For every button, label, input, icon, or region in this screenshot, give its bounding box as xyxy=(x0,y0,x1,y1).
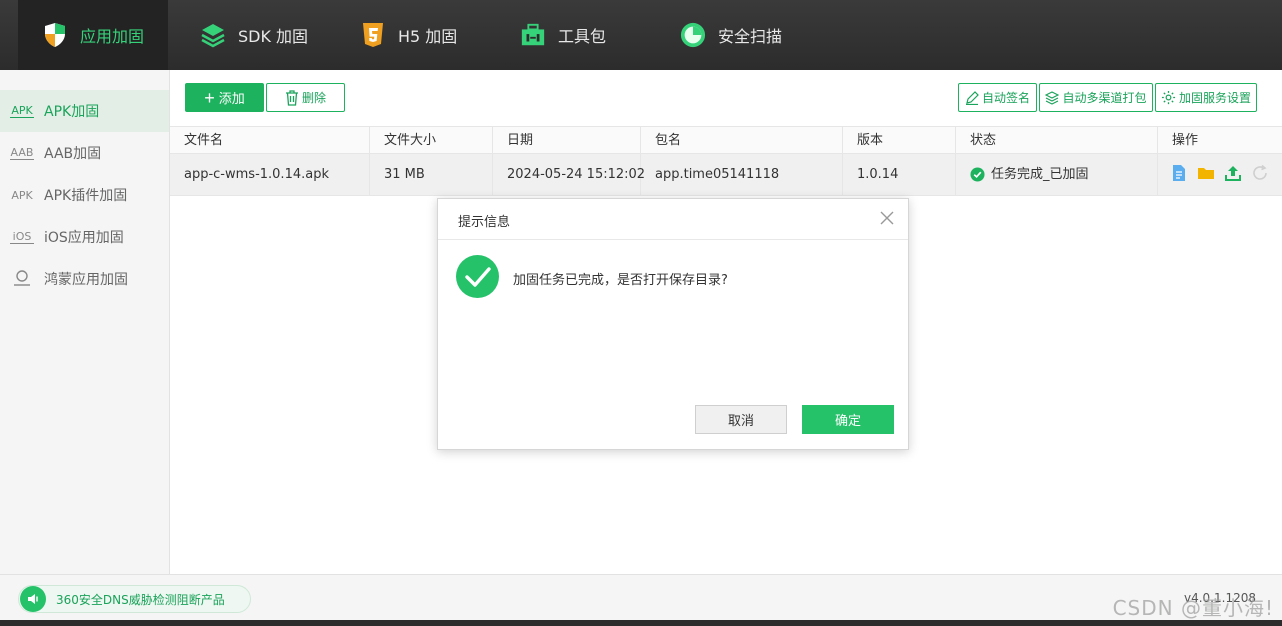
sidebar-item-harmony[interactable]: 鸿蒙应用加固 xyxy=(0,258,169,300)
tab-label: SDK 加固 xyxy=(238,27,309,46)
pen-icon xyxy=(965,90,979,105)
toolbox-icon xyxy=(520,22,546,48)
status-bar: 360安全DNS威胁检测阻断产品 v4.0.1.1208 xyxy=(0,574,1282,620)
tab-label: H5 加固 xyxy=(398,27,458,46)
tab-label: 工具包 xyxy=(558,27,607,46)
aab-icon: AAB xyxy=(10,146,34,160)
cell-filename: app-c-wms-1.0.14.apk xyxy=(170,154,370,195)
cell-version: 1.0.14 xyxy=(843,154,956,195)
gear-icon xyxy=(1161,90,1176,105)
col-package[interactable]: 包名 xyxy=(641,127,843,154)
cancel-button[interactable]: 取消 xyxy=(695,405,787,434)
dns-promo[interactable]: 360安全DNS威胁检测阻断产品 xyxy=(18,585,251,613)
csdn-watermark: CSDN @董小海! xyxy=(1112,596,1274,620)
prompt-dialog: 提示信息 加固任务已完成，是否打开保存目录? 取消 确定 xyxy=(437,198,909,450)
tab-sdk-hardening[interactable]: SDK 加固 xyxy=(200,0,308,70)
status-text: 任务完成_已加固 xyxy=(991,167,1089,182)
sidebar-item-label: iOS应用加固 xyxy=(44,230,124,246)
cell-size: 31 MB xyxy=(370,154,493,195)
tab-label: 应用加固 xyxy=(80,27,145,46)
table-header: 文件名 文件大小 日期 包名 版本 状态 操作 xyxy=(170,126,1282,154)
harmony-icon xyxy=(10,269,34,290)
tab-app-hardening[interactable]: 应用加固 xyxy=(18,0,168,70)
delete-button[interactable]: 删除 xyxy=(266,83,345,112)
service-settings-button[interactable]: 加固服务设置 xyxy=(1155,83,1257,112)
layers-icon xyxy=(1045,90,1060,105)
plus-icon: + xyxy=(204,87,215,108)
ok-button[interactable]: 确定 xyxy=(802,405,894,434)
dialog-title: 提示信息 xyxy=(458,215,511,230)
speaker-icon xyxy=(20,586,46,612)
check-circle-icon xyxy=(970,167,985,182)
col-version[interactable]: 版本 xyxy=(843,127,956,154)
tab-h5-hardening[interactable]: H5 加固 xyxy=(360,0,457,70)
sidebar-item-ios[interactable]: iOS iOS应用加固 xyxy=(0,216,169,258)
tab-label: 安全扫描 xyxy=(718,27,783,46)
col-status[interactable]: 状态 xyxy=(956,127,1158,154)
cell-date: 2024-05-24 15:12:02 xyxy=(493,154,645,195)
tab-security-scan[interactable]: 安全扫描 xyxy=(680,0,782,70)
apk-icon: APK xyxy=(10,104,34,118)
row-actions xyxy=(1170,164,1269,182)
sidebar-item-label: APK插件加固 xyxy=(44,188,128,204)
success-check-icon xyxy=(456,255,499,298)
cell-status: 任务完成_已加固 xyxy=(956,154,1158,195)
col-actions: 操作 xyxy=(1172,133,1199,148)
dialog-message: 加固任务已完成，是否打开保存目录? xyxy=(513,273,728,288)
sidebar-item-label: AAB加固 xyxy=(44,146,102,162)
ios-icon: iOS xyxy=(10,230,34,244)
col-date[interactable]: 日期 xyxy=(493,127,641,154)
window-bottom-edge xyxy=(0,620,1282,626)
sidebar-item-apk[interactable]: APK APK加固 xyxy=(0,90,169,132)
tab-toolbox[interactable]: 工具包 xyxy=(520,0,606,70)
file-icon[interactable] xyxy=(1170,164,1188,182)
auto-multichannel-button[interactable]: 自动多渠道打包 xyxy=(1039,83,1153,112)
upload-icon[interactable] xyxy=(1224,164,1242,182)
folder-icon[interactable] xyxy=(1197,164,1215,182)
toolbar: + 添加 删除 自动签名 自动多渠道打包 加固服务设置 xyxy=(170,70,1282,126)
table-row[interactable]: app-c-wms-1.0.14.apk 31 MB 2024-05-24 15… xyxy=(170,154,1282,196)
sidebar-item-label: APK加固 xyxy=(44,104,100,120)
col-size[interactable]: 文件大小 xyxy=(370,127,493,154)
dns-text: 360安全DNS威胁检测阻断产品 xyxy=(56,592,225,607)
apk-plugin-icon: APK xyxy=(11,188,33,202)
sidebar-item-label: 鸿蒙应用加固 xyxy=(44,272,128,288)
sidebar-item-aab[interactable]: AAB AAB加固 xyxy=(0,132,169,174)
add-button[interactable]: + 添加 xyxy=(185,83,264,112)
html5-icon xyxy=(360,22,386,48)
shield-icon xyxy=(42,22,68,48)
dialog-header: 提示信息 xyxy=(438,199,908,240)
scan-icon xyxy=(680,22,706,48)
close-icon[interactable] xyxy=(878,209,896,227)
refresh-icon[interactable] xyxy=(1251,164,1269,182)
sidebar-item-apk-plugin[interactable]: APK APK插件加固 xyxy=(0,174,169,216)
cell-package: app.time05141118 xyxy=(641,154,843,195)
trash-icon xyxy=(285,89,299,106)
auto-sign-button[interactable]: 自动签名 xyxy=(958,83,1037,112)
top-nav: 应用加固 SDK 加固 H5 加固 工具包 安全扫描 xyxy=(0,0,1282,70)
sidebar: APK APK加固 AAB AAB加固 APK APK插件加固 iOS iOS应… xyxy=(0,70,170,574)
col-filename[interactable]: 文件名 xyxy=(170,127,370,154)
layers-icon xyxy=(200,22,226,48)
